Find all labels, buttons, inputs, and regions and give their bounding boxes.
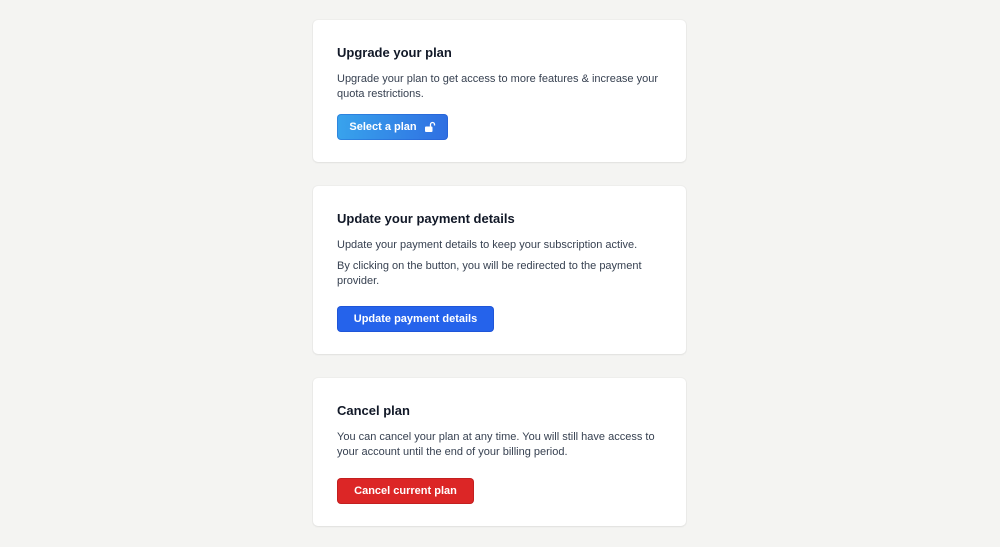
cancel-plan-title: Cancel plan — [337, 403, 410, 418]
payment-details-title: Update your payment details — [337, 211, 515, 226]
cancel-current-plan-label: Cancel current plan — [354, 485, 457, 497]
payment-details-description: Update your payment details to keep your… — [337, 239, 638, 251]
cancel-current-plan-button[interactable]: Cancel current plan — [337, 478, 474, 504]
select-plan-label: Select a plan — [349, 121, 417, 133]
cancel-plan-description: You can cancel your plan at any time. Yo… — [337, 431, 655, 458]
update-payment-details-label: Update payment details — [353, 313, 478, 325]
payment-details-redirect-note: By clicking on the button, you will be r… — [337, 260, 642, 287]
upgrade-plan-title: Upgrade your plan — [337, 45, 452, 60]
upgrade-plan-description: Upgrade your plan to get access to more … — [337, 73, 659, 100]
select-plan-button[interactable]: Select a plan — [337, 114, 448, 140]
unlock-icon — [424, 121, 436, 133]
payment-details-card: Update your payment details Update your … — [313, 186, 686, 354]
update-payment-details-button[interactable]: Update payment details — [337, 306, 494, 332]
upgrade-plan-card: Upgrade your plan Upgrade your plan to g… — [313, 20, 686, 162]
cancel-plan-card: Cancel plan You can cancel your plan at … — [313, 378, 686, 526]
